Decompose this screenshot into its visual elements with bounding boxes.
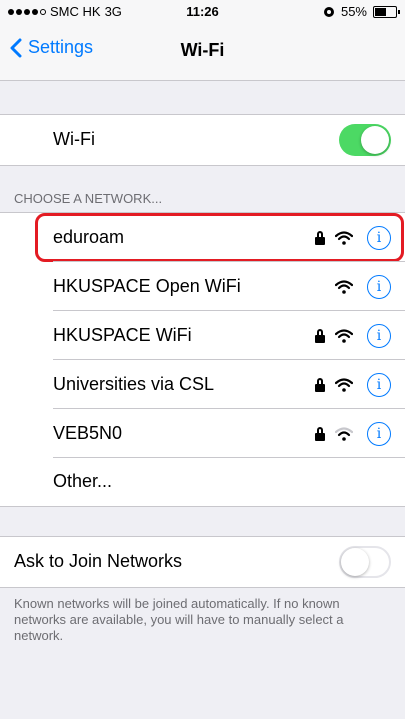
network-name: eduroam (53, 227, 125, 247)
toggle-knob (361, 126, 389, 154)
network-icons: i (315, 421, 391, 447)
lock-icon (315, 231, 325, 245)
divider (53, 261, 405, 262)
status-right: 55% (323, 4, 400, 19)
divider (53, 310, 405, 311)
network-row[interactable]: HKUSPACE Open WiFi i (0, 262, 405, 311)
network-icons: i (315, 372, 391, 398)
divider (53, 408, 405, 409)
divider (0, 506, 405, 507)
wifi-toggle-cell: Wi-Fi (0, 115, 405, 165)
network-row[interactable]: eduroam i (0, 213, 405, 262)
ask-to-join-label: Ask to Join Networks (14, 551, 183, 571)
wifi-signal-icon (335, 427, 353, 441)
info-icon[interactable]: i (367, 275, 391, 299)
wifi-signal-icon (335, 231, 353, 245)
network-name: VEB5N0 (53, 423, 123, 443)
lock-icon (315, 378, 325, 392)
divider (53, 359, 405, 360)
info-icon[interactable]: i (367, 422, 391, 446)
toggle-knob (341, 548, 369, 576)
lock-icon (315, 329, 325, 343)
wifi-signal-icon (335, 378, 353, 392)
divider (0, 165, 405, 166)
wifi-signal-icon (335, 280, 353, 294)
network-icons: i (315, 225, 391, 251)
rotation-lock-icon (323, 6, 334, 17)
network-row[interactable]: VEB5N0 i (0, 409, 405, 458)
network-row[interactable]: Universities via CSL i (0, 360, 405, 409)
footer-description: Known networks will be joined automatica… (14, 596, 344, 643)
wifi-toggle-label: Wi-Fi (53, 129, 95, 149)
network-icons: i (315, 323, 391, 349)
network-name: HKUSPACE WiFi (53, 325, 192, 345)
section-header: CHOOSE A NETWORK... (14, 191, 163, 206)
divider (53, 457, 405, 458)
battery-icon (373, 5, 400, 18)
info-icon[interactable]: i (367, 226, 391, 250)
navigation-bar: Settings Wi-Fi (0, 22, 405, 81)
wifi-toggle[interactable] (339, 124, 391, 156)
info-icon[interactable]: i (367, 324, 391, 348)
other-network-label: Other... (53, 471, 113, 491)
info-icon[interactable]: i (367, 373, 391, 397)
ask-to-join-cell: Ask to Join Networks (0, 537, 405, 587)
ask-to-join-toggle[interactable] (339, 546, 391, 578)
status-bar: SMC HK 3G 11:26 55% (0, 0, 405, 22)
page-title: Wi-Fi (180, 40, 225, 60)
other-network-cell[interactable]: Other... (0, 457, 405, 507)
network-name: Universities via CSL (53, 374, 215, 394)
wifi-signal-icon (335, 329, 353, 343)
divider (0, 587, 405, 588)
network-name: HKUSPACE Open WiFi (53, 276, 241, 296)
lock-icon (315, 427, 325, 441)
network-icons: i (335, 274, 391, 300)
battery-percent: 55% (340, 4, 367, 19)
network-row[interactable]: HKUSPACE WiFi i (0, 311, 405, 360)
